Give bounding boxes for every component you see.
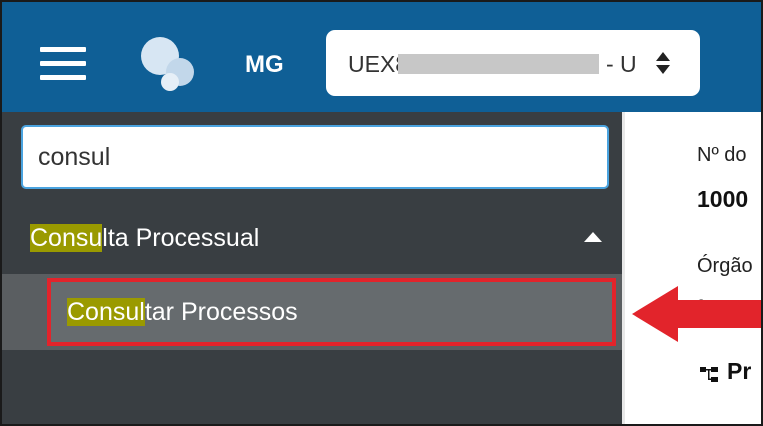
user-label: MG [245, 51, 284, 78]
search-highlight: Consul [67, 298, 145, 326]
submenu: Consultar Processos [2, 274, 622, 350]
menu-item-label: Consultar Processos [67, 298, 298, 326]
hamburger-icon[interactable] [40, 47, 86, 81]
red-arrow [632, 286, 761, 342]
unit-select-suffix: - U [606, 51, 637, 77]
field-label: Órgão [697, 255, 753, 277]
redacted-block [398, 54, 599, 74]
menu-item-consultar-processos[interactable]: Consultar Processos [47, 278, 616, 346]
sidebar: Consulta Processual Consultar Processos [2, 112, 622, 424]
section-title: Pr [727, 358, 752, 384]
search-input[interactable] [21, 125, 609, 189]
top-bar: MG UEX8 - U [2, 2, 761, 112]
app-window: MG UEX8 - U Consulta Processual Consulta… [0, 0, 763, 426]
menu-group-label: Consulta Processual [30, 224, 260, 252]
field-label: Nº do [697, 144, 747, 166]
field-value: 1000 [697, 186, 749, 212]
sidebar-search [2, 112, 622, 200]
sort-icon [656, 52, 670, 74]
main-content: Nº do 1000 Órgão ª Va Pr [622, 112, 761, 424]
caret-up-icon[interactable] [584, 232, 602, 242]
menu-group-consulta-processual[interactable]: Consulta Processual [2, 212, 622, 264]
tree-icon [700, 367, 718, 382]
app-logo-icon [141, 37, 194, 91]
search-highlight: Consu [30, 224, 103, 252]
